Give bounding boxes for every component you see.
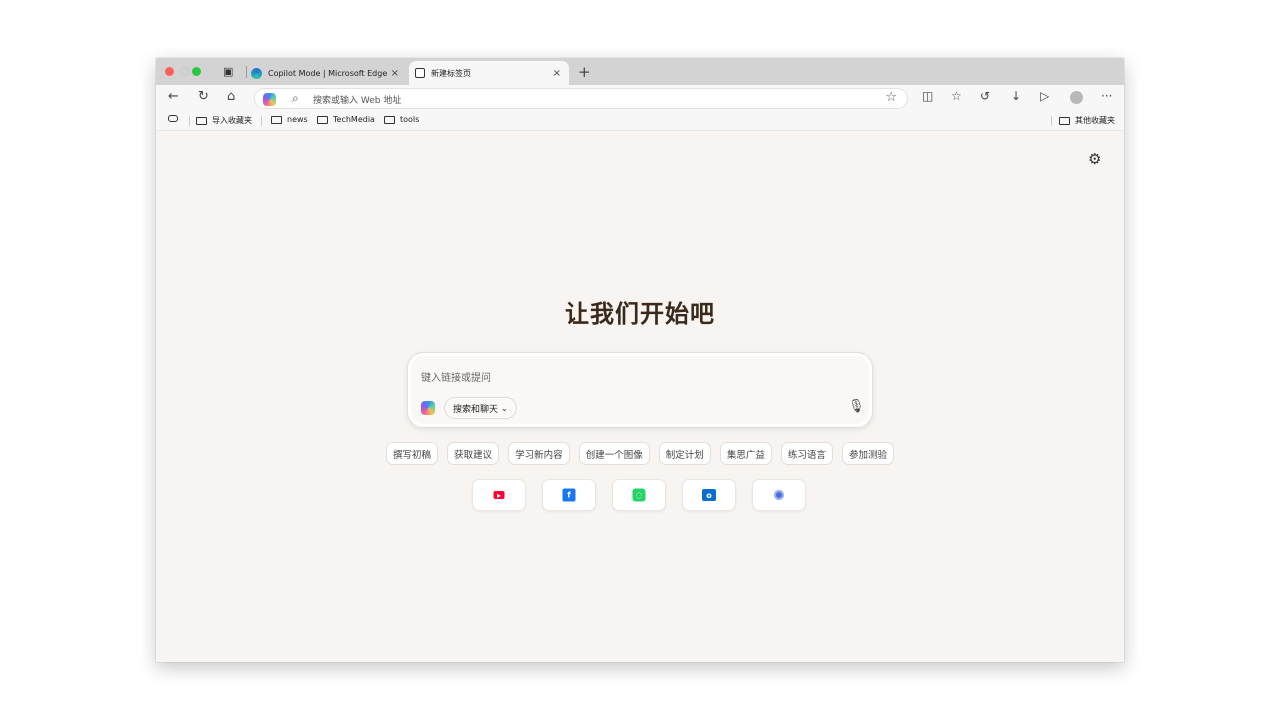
home-icon[interactable]: ⌂ xyxy=(227,90,235,103)
history-icon[interactable]: ↺ xyxy=(980,90,990,102)
copilot-icon xyxy=(421,401,435,415)
edge-icon xyxy=(251,67,262,79)
bookmark-folder-news[interactable]: news xyxy=(271,115,308,124)
sidebar-toggle-icon[interactable]: ▣ xyxy=(223,66,233,77)
address-placeholder: 搜索或输入 Web 地址 xyxy=(313,96,402,106)
quick-link-youtube[interactable]: ▸ xyxy=(472,479,526,511)
bookmark-folder-techmedia[interactable]: TechMedia xyxy=(317,115,375,124)
suggestion-chips: 撰写初稿 获取建议 学习新内容 创建一个图像 制定计划 集思广益 练习语言 参加… xyxy=(386,442,894,465)
back-arrow-icon[interactable]: ← xyxy=(168,90,179,103)
search-icon: ⌕ xyxy=(292,91,299,105)
more-menu-icon[interactable]: ··· xyxy=(1101,90,1112,102)
bookmark-separator xyxy=(189,116,190,126)
copilot-icon[interactable] xyxy=(263,93,276,106)
profile-avatar-icon[interactable] xyxy=(1070,91,1083,104)
chat-input[interactable]: 键入链接或提问 xyxy=(421,369,491,384)
newtab-page-icon xyxy=(415,68,425,78)
tab-new-tab[interactable]: 新建标签页 × xyxy=(409,61,569,85)
bookmark-separator xyxy=(261,116,262,126)
microphone-icon[interactable]: 🎙 xyxy=(848,399,865,414)
folder-icon xyxy=(271,115,282,124)
tab-actions-icon[interactable] xyxy=(168,115,178,122)
other-favorites-label: 其他收藏夹 xyxy=(1075,116,1115,125)
browser-toolbar: ← ↻ ⌂ ⌕ 搜索或输入 Web 地址 ☆ ◫ ☆ ↺ ↓ ▷ ··· xyxy=(156,85,1124,111)
copilot-chat-box[interactable]: 键入链接或提问 搜索和聊天 ⌄ 🎙 xyxy=(407,352,873,428)
import-folder-icon xyxy=(196,116,207,125)
bookmarks-bar: 导入收藏夹 news TechMedia tools 其他收藏夹 xyxy=(156,111,1124,131)
download-icon[interactable]: ↓ xyxy=(1011,90,1021,102)
tab-close-button[interactable]: × xyxy=(553,68,561,79)
folder-icon xyxy=(317,115,328,124)
favorite-star-icon[interactable]: ☆ xyxy=(885,90,897,105)
bookmark-label: TechMedia xyxy=(333,115,375,124)
import-label: 导入收藏夹 xyxy=(212,116,252,125)
chip-write-draft[interactable]: 撰写初稿 xyxy=(386,442,439,465)
tab-bar: ▣ Copilot Mode | Microsoft Edge × 新建标签页 … xyxy=(156,58,1124,85)
bookmark-label: news xyxy=(287,115,308,124)
chip-brainstorm[interactable]: 集思广益 xyxy=(719,442,772,465)
mode-dropdown-button[interactable]: 搜索和聊天 ⌄ xyxy=(444,397,517,419)
chip-get-advice[interactable]: 获取建议 xyxy=(447,442,500,465)
quick-links: ▸ f ◌ o xyxy=(472,479,806,511)
minimize-window-button[interactable] xyxy=(180,67,189,76)
address-bar[interactable]: ⌕ 搜索或输入 Web 地址 ☆ xyxy=(254,88,908,109)
chip-take-quiz[interactable]: 参加测验 xyxy=(841,442,894,465)
quick-link-whatsapp[interactable]: ◌ xyxy=(612,479,666,511)
chromium-icon xyxy=(774,490,784,500)
other-favorites-button[interactable]: 其他收藏夹 xyxy=(1059,115,1115,126)
quick-link-chromium[interactable] xyxy=(752,479,806,511)
folder-icon xyxy=(384,115,395,124)
page-title: 让我们开始吧 xyxy=(565,300,715,328)
tab-actions-glyph xyxy=(168,115,178,122)
bookmark-folder-tools[interactable]: tools xyxy=(384,115,419,124)
split-screen-icon[interactable]: ◫ xyxy=(922,90,933,102)
youtube-icon: ▸ xyxy=(493,491,505,500)
share-icon[interactable]: ▷ xyxy=(1040,90,1049,102)
mode-label: 搜索和聊天 xyxy=(453,404,499,415)
tab-copilot-mode[interactable]: Copilot Mode | Microsoft Edge × xyxy=(247,61,407,85)
chip-create-image[interactable]: 创建一个图像 xyxy=(578,442,650,465)
facebook-icon: f xyxy=(562,488,576,502)
whatsapp-icon: ◌ xyxy=(632,488,646,502)
tab-label: 新建标签页 xyxy=(431,68,471,78)
tab-close-button[interactable]: × xyxy=(391,68,399,79)
quick-link-outlook[interactable]: o xyxy=(682,479,736,511)
new-tab-page: ⚙ 让我们开始吧 键入链接或提问 搜索和聊天 ⌄ 🎙 撰写初稿 获取建议 学习新… xyxy=(156,132,1124,662)
chip-learn-new[interactable]: 学习新内容 xyxy=(508,442,570,465)
tab-label: Copilot Mode | Microsoft Edge xyxy=(268,68,388,78)
quick-link-facebook[interactable]: f xyxy=(542,479,596,511)
import-favorites-button[interactable]: 导入收藏夹 xyxy=(196,115,252,126)
folder-icon xyxy=(1059,116,1070,125)
browser-window: ▣ Copilot Mode | Microsoft Edge × 新建标签页 … xyxy=(156,58,1124,662)
chip-practice-language[interactable]: 练习语言 xyxy=(780,442,833,465)
refresh-icon[interactable]: ↻ xyxy=(198,90,209,103)
chevron-down-icon: ⌄ xyxy=(501,403,508,413)
outlook-icon: o xyxy=(702,489,716,501)
new-tab-button[interactable]: + xyxy=(578,63,591,81)
bookmark-label: tools xyxy=(400,115,420,124)
maximize-window-button[interactable] xyxy=(192,67,201,76)
close-window-button[interactable] xyxy=(165,67,174,76)
gear-icon[interactable]: ⚙ xyxy=(1088,150,1101,168)
bookmark-separator xyxy=(1051,116,1052,126)
favorites-icon[interactable]: ☆ xyxy=(951,90,962,102)
chip-make-plan[interactable]: 制定计划 xyxy=(658,442,711,465)
